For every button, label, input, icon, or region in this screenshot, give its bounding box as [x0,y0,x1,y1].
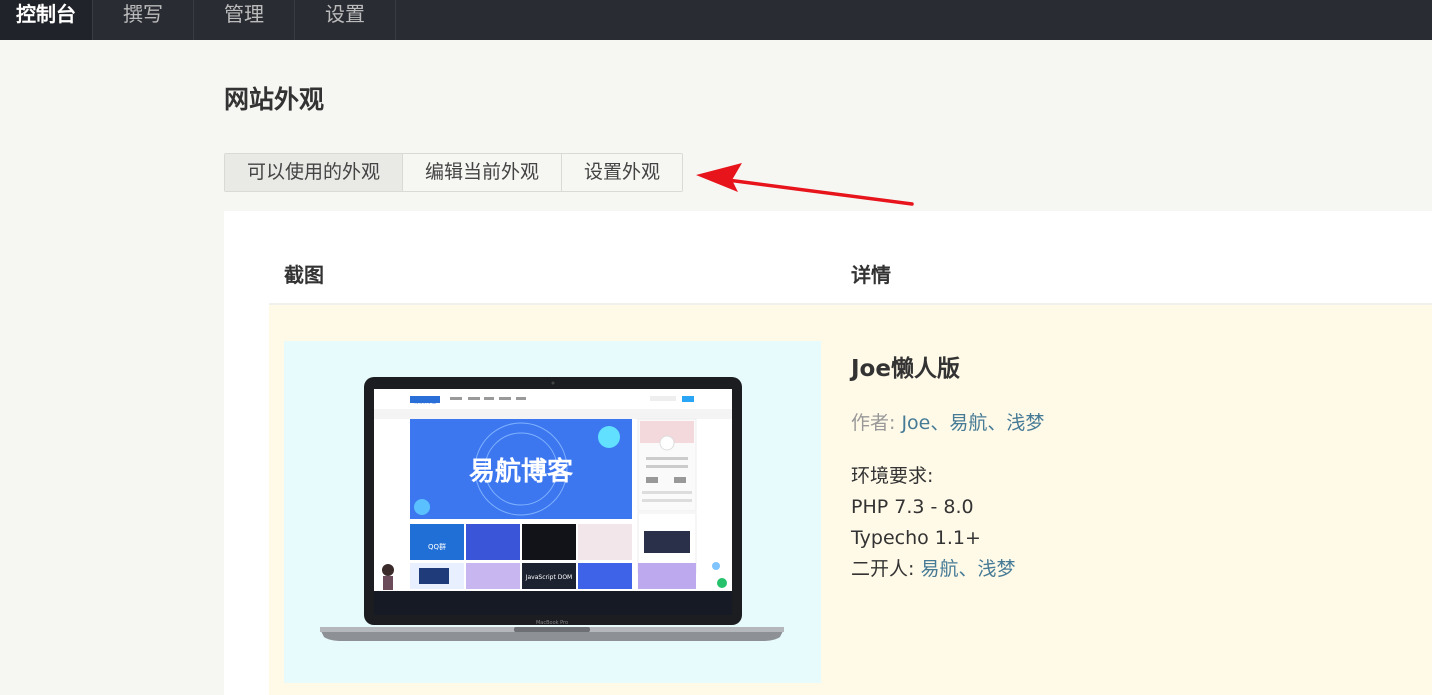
screenshot-tile-qq: QQ群 [428,542,446,551]
nav-settings[interactable]: 设置 [295,0,396,40]
secondary-link-yihang[interactable]: 易航 [920,558,958,580]
secondary-link-qianmeng[interactable]: 浅梦 [977,558,1015,580]
screenshot-banner-text: 易航博客 [469,456,574,487]
requirements-label: 环境要求: [851,465,934,487]
author-link-joe[interactable]: Joe [901,412,930,434]
theme-screenshot: 易航博客 易航博客 QQ群 JavaScript DOM MacBook Pro [284,341,821,683]
nav-manage[interactable]: 管理 [194,0,295,40]
theme-author: 作者: Joe、易航、浅梦 [851,408,1044,435]
tab-available-themes[interactable]: 可以使用的外观 [225,154,404,191]
themes-table-panel: 截图 详情 易航博客 易航博客 QQ群 JavaScript DOM MacBo… [224,211,1432,695]
author-separator: 、 [930,412,950,434]
nav-dashboard[interactable]: 控制台 [0,0,93,40]
theme-requirements: 环境要求: PHP 7.3 - 8.0 Typecho 1.1+ 二开人: 易航… [851,461,1016,585]
laptop-preview-image: 易航博客 易航博客 QQ群 JavaScript DOM MacBook Pro [320,377,784,641]
column-header-details: 详情 [851,263,891,287]
requirement-php: PHP 7.3 - 8.0 [851,496,974,518]
author-separator: 、 [987,412,1007,434]
author-link-yihang[interactable]: 易航 [949,412,987,434]
screenshot-tile-js: JavaScript DOM [525,574,573,581]
tab-edit-current-theme[interactable]: 编辑当前外观 [403,154,563,191]
table-header: 截图 详情 [269,211,1432,305]
appearance-tabs: 可以使用的外观 编辑当前外观 设置外观 [224,153,684,192]
author-label: 作者: [851,412,902,434]
theme-name: Joe懒人版 [851,356,960,382]
tab-theme-settings[interactable]: 设置外观 [562,154,683,191]
screenshot-site-logo: 易航博客 [413,397,437,405]
secondary-label: 二开人: [851,558,921,580]
table-row[interactable]: 易航博客 易航博客 QQ群 JavaScript DOM MacBook Pro… [269,305,1432,695]
top-navbar: 控制台 撰写 管理 设置 [0,0,1432,40]
screenshot-device-label: MacBook Pro [536,620,568,626]
author-separator: 、 [958,558,978,580]
column-header-screenshot: 截图 [284,263,324,287]
annotation-arrow-icon [696,163,914,206]
page-title: 网站外观 [224,85,325,114]
requirement-typecho: Typecho 1.1+ [851,527,981,549]
author-link-qianmeng[interactable]: 浅梦 [1006,412,1044,434]
secondary-developers: 二开人: 易航、浅梦 [851,554,1016,585]
nav-write[interactable]: 撰写 [93,0,194,40]
